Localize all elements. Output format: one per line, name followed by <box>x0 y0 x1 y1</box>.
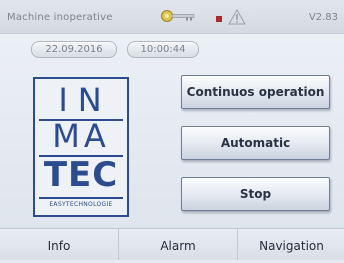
status-bar: Machine inoperative V2.83 <box>0 0 344 34</box>
hmi-screen: Machine inoperative V2.83 22.09.2016 10:… <box>0 0 344 260</box>
tab-alarm[interactable]: Alarm <box>118 229 237 260</box>
automatic-button[interactable]: Automatic <box>181 126 330 160</box>
inmatec-logo: IN MA TEC EASYTECHNOLOGIE <box>33 77 129 217</box>
logo-line-2: MA <box>52 117 110 155</box>
key-icon <box>161 10 195 22</box>
stop-button[interactable]: Stop <box>181 177 330 211</box>
logo-divider <box>39 197 123 199</box>
bottom-tab-bar: Info Alarm Navigation <box>0 228 344 260</box>
warning-icon <box>228 9 246 25</box>
machine-status-text: Machine inoperative <box>7 12 113 23</box>
tab-navigation[interactable]: Navigation <box>237 229 344 260</box>
time-display: 10:00:44 <box>127 41 199 58</box>
logo-tagline: EASYTECHNOLOGIE <box>49 201 113 208</box>
logo-line-1: IN <box>58 81 112 119</box>
software-version: V2.83 <box>308 12 338 23</box>
logo-line-3: TEC <box>43 155 119 195</box>
continuous-operation-button[interactable]: Continuos operation <box>181 75 330 109</box>
stop-indicator-icon <box>216 16 222 22</box>
date-display: 22.09.2016 <box>31 41 117 58</box>
tab-info[interactable]: Info <box>0 229 118 260</box>
